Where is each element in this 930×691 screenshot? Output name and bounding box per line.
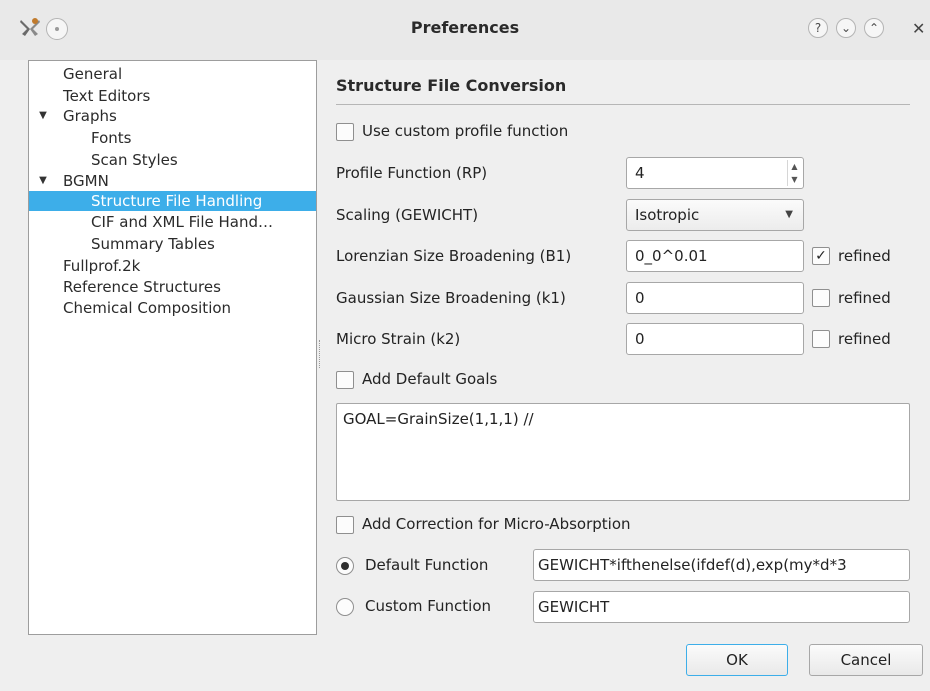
custom-function-input[interactable]: GEWICHT [533, 591, 910, 623]
goals-text: GOAL=GrainSize(1,1,1) // [343, 410, 534, 428]
use-custom-profile-label: Use custom profile function [362, 122, 569, 140]
default-goals-textarea[interactable]: GOAL=GrainSize(1,1,1) // [336, 403, 910, 501]
add-default-goals-label: Add Default Goals [362, 370, 498, 388]
k1-refined-checkbox[interactable] [812, 289, 830, 307]
maximize-icon[interactable]: ⌃ [864, 18, 884, 38]
title-bar: Preferences ? ⌄ ⌃ ✕ [0, 0, 930, 60]
b1-label: Lorenzian Size Broadening (B1) [336, 247, 572, 265]
spin-down-icon[interactable]: ▼ [787, 173, 801, 186]
tree-item-fonts[interactable]: Fonts [29, 128, 316, 148]
section-divider [336, 104, 910, 105]
spin-up-icon[interactable]: ▲ [787, 160, 801, 173]
k1-value: 0 [635, 289, 645, 307]
profile-function-spinbox[interactable]: 4 ▲ ▼ [626, 157, 804, 189]
k1-label: Gaussian Size Broadening (k1) [336, 289, 566, 307]
tree-item-scan-styles[interactable]: Scan Styles [29, 150, 316, 170]
custom-function-value: GEWICHT [538, 598, 610, 616]
tree-item-reference-structures[interactable]: Reference Structures [29, 277, 316, 297]
tree-item-label: General [63, 65, 123, 83]
tree-item-label: Fonts [91, 129, 132, 147]
b1-value: 0_0^0.01 [635, 247, 708, 265]
tree-item-structure-file-handling[interactable]: Structure File Handling [29, 191, 316, 211]
scaling-label: Scaling (GEWICHT) [336, 206, 479, 224]
tree-item-bgmn[interactable]: ▼ BGMN [29, 171, 316, 191]
tree-item-summary-tables[interactable]: Summary Tables [29, 234, 316, 254]
default-function-input[interactable]: GEWICHT*ifthenelse(ifdef(d),exp(my*d*3 [533, 549, 910, 581]
k1-refined-label: refined [838, 289, 891, 307]
add-default-goals-checkbox[interactable] [336, 371, 354, 389]
scaling-value: Isotropic [635, 206, 700, 224]
tree-item-text-editors[interactable]: Text Editors [29, 86, 316, 106]
micro-absorption-label: Add Correction for Micro-Absorption [362, 515, 631, 533]
scaling-select[interactable]: Isotropic ▼ [626, 199, 804, 231]
tree-item-graphs[interactable]: ▼ Graphs [29, 106, 316, 126]
custom-function-radio[interactable] [336, 598, 354, 616]
preferences-category-tree[interactable]: General Text Editors ▼ Graphs Fonts Scan… [28, 60, 317, 635]
help-icon[interactable]: ? [808, 18, 828, 38]
profile-function-value: 4 [635, 164, 645, 182]
tree-item-fullprof[interactable]: Fullprof.2k [29, 256, 316, 276]
tree-item-label: Chemical Composition [63, 299, 232, 317]
b1-input[interactable]: 0_0^0.01 [626, 240, 804, 272]
use-custom-profile-checkbox[interactable] [336, 123, 354, 141]
ok-button[interactable]: OK [686, 644, 788, 676]
window-title: Preferences [410, 18, 520, 37]
tree-item-label: Summary Tables [91, 235, 215, 253]
custom-function-label: Custom Function [365, 597, 492, 615]
tree-item-label: Reference Structures [63, 278, 221, 296]
default-function-value: GEWICHT*ifthenelse(ifdef(d),exp(my*d*3 [538, 556, 847, 574]
chevron-down-icon: ▼ [785, 209, 793, 220]
k2-value: 0 [635, 330, 645, 348]
minimize-icon[interactable]: ⌄ [836, 18, 856, 38]
splitter-handle[interactable] [319, 340, 321, 368]
section-title: Structure File Conversion [336, 76, 567, 95]
tree-item-label: CIF and XML File Hand… [91, 213, 273, 231]
tree-item-label: Text Editors [63, 87, 151, 105]
tree-item-label: Fullprof.2k [63, 257, 141, 275]
k2-refined-label: refined [838, 330, 891, 348]
tree-item-general[interactable]: General [29, 64, 316, 84]
close-icon[interactable]: ✕ [912, 18, 930, 40]
tree-item-label: Scan Styles [91, 151, 178, 169]
tree-item-label: BGMN [63, 172, 109, 190]
cancel-button[interactable]: Cancel [809, 644, 923, 676]
b1-refined-checkbox[interactable]: ✓ [812, 247, 830, 265]
tree-item-label: Graphs [63, 107, 117, 125]
tree-item-cif-xml-file-handling[interactable]: CIF and XML File Hand… [29, 212, 316, 232]
k2-label: Micro Strain (k2) [336, 330, 461, 348]
k2-input[interactable]: 0 [626, 323, 804, 355]
k1-input[interactable]: 0 [626, 282, 804, 314]
expand-arrow-icon[interactable]: ▼ [37, 171, 49, 191]
b1-refined-label: refined [838, 247, 891, 265]
k2-refined-checkbox[interactable] [812, 330, 830, 348]
tree-item-chemical-composition[interactable]: Chemical Composition [29, 298, 316, 318]
expand-arrow-icon[interactable]: ▼ [37, 106, 49, 126]
default-function-label: Default Function [365, 556, 489, 574]
micro-absorption-checkbox[interactable] [336, 516, 354, 534]
tree-item-label: Structure File Handling [91, 192, 263, 210]
profile-function-label: Profile Function (RP) [336, 164, 488, 182]
default-function-radio[interactable] [336, 557, 354, 575]
